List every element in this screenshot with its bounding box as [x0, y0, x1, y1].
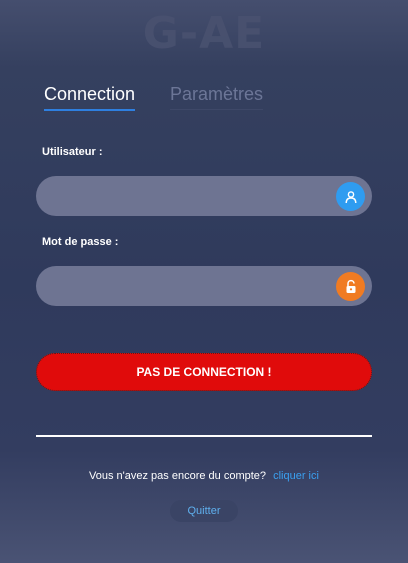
tab-connection[interactable]: Connection [44, 84, 136, 111]
signup-text: Vous n'avez pas encore du compte? [89, 470, 267, 482]
login-window: G-AE Connection Paramètres Utilisateur :… [0, 0, 408, 563]
app-title: G-AE [142, 8, 266, 59]
user-icon [336, 182, 365, 211]
tab-parametres[interactable]: Paramètres [170, 84, 264, 110]
signup-row: Vous n'avez pas encore du compte? clique… [0, 470, 408, 482]
password-field-container [36, 266, 372, 308]
username-input[interactable] [52, 176, 336, 218]
password-input[interactable] [52, 266, 336, 308]
password-label: Mot de passe : [42, 236, 119, 248]
divider [36, 435, 372, 437]
username-label: Utilisateur : [42, 146, 103, 158]
quit-button[interactable]: Quitter [170, 500, 238, 522]
lock-icon [336, 272, 365, 301]
connection-status-button[interactable]: PAS DE CONNECTION ! [36, 353, 372, 391]
username-field-container [36, 176, 372, 218]
signup-link[interactable]: cliquer ici [273, 470, 319, 482]
